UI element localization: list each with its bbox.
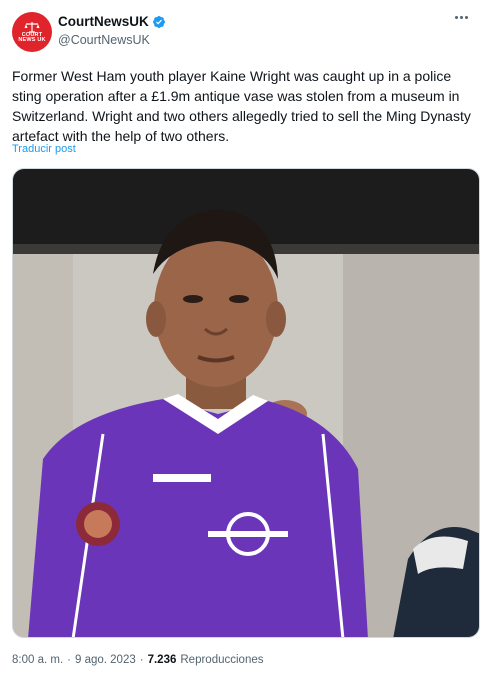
verified-badge-icon[interactable] [152, 15, 166, 29]
more-horizontal-icon[interactable] [455, 16, 468, 19]
scales-of-justice-icon [24, 21, 40, 33]
more-dot [460, 16, 463, 19]
handle[interactable]: @CourtNewsUK [58, 33, 150, 47]
avatar-text-2: NEWS UK [18, 37, 46, 43]
tweet-time[interactable]: 8:00 a. m. [12, 654, 63, 666]
tweet-meta: 8:00 a. m. · 9 ago. 2023 · 7.236 Reprodu… [12, 654, 263, 666]
photo-illustration [13, 169, 479, 637]
views-label: Reproducciones [180, 654, 264, 666]
tweet-text: Former West Ham youth player Kaine Wrigh… [12, 68, 471, 144]
meta-separator: · [67, 654, 71, 666]
more-dot [465, 16, 468, 19]
meta-separator: · [139, 654, 144, 666]
translate-post-link[interactable]: Traducir post [12, 143, 76, 155]
more-dot [455, 16, 458, 19]
avatar[interactable]: COURT NEWS UK [12, 12, 52, 52]
view-count[interactable]: 7.236 [148, 654, 177, 666]
tweet: COURT NEWS UK CourtNewsUK @CourtNewsUK F… [0, 0, 480, 681]
tweet-photo[interactable] [12, 168, 480, 638]
display-name[interactable]: CourtNewsUK [58, 14, 149, 29]
name-row: CourtNewsUK [58, 14, 166, 29]
tweet-date[interactable]: 9 ago. 2023 [75, 654, 136, 666]
